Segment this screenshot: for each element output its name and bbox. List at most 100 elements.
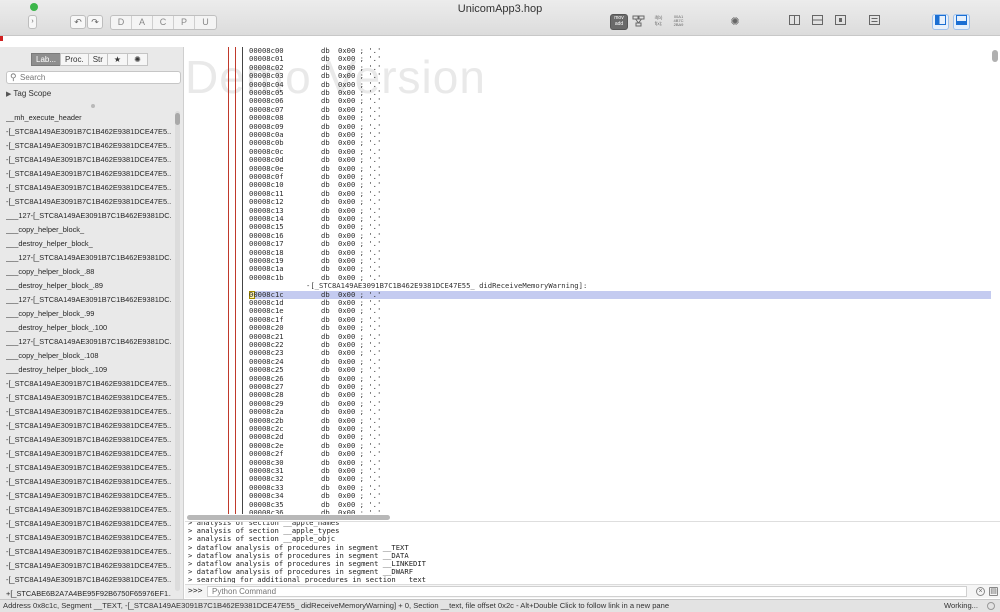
gutter-line bbox=[235, 47, 236, 514]
symbol-list-item[interactable]: -[_STC8A149AE3091B7C1B462E9381DCE47E5... bbox=[6, 517, 171, 531]
disassembly-view[interactable]: Demo Version 00008c00 db 0x00 ; '.' 00008c0… bbox=[185, 47, 1000, 514]
symbol-list-item[interactable]: -[_STC8A149AE3091B7C1B462E9381DCE47E5... bbox=[6, 377, 171, 391]
symbol-list-item[interactable]: -[_STC8A149AE3091B7C1B462E9381DCE47E5... bbox=[6, 405, 171, 419]
symbol-list-item[interactable]: __mh_execute_header bbox=[6, 111, 171, 125]
gutter-line bbox=[228, 47, 229, 514]
bottom-panel-glyph bbox=[956, 15, 967, 25]
tab-labels[interactable]: Lab... bbox=[31, 53, 62, 66]
type-ascii-button[interactable]: A bbox=[132, 16, 153, 29]
activity-spinner-icon bbox=[987, 602, 995, 610]
symbol-list-item[interactable]: +[_STCABE6B2A7A4BE95F92B6750F65976EF1... bbox=[6, 587, 171, 599]
split-vertical-icon[interactable] bbox=[786, 14, 803, 30]
search-input[interactable] bbox=[20, 72, 175, 83]
symbol-list-item[interactable]: ___destroy_helper_block_.89 bbox=[6, 279, 171, 293]
asm-mnemonic: db bbox=[321, 508, 330, 514]
command-bar: >>> × ▤ bbox=[185, 584, 1000, 598]
symbol-list-item[interactable]: -[_STC8A149AE3091B7C1B462E9381DCE47E5... bbox=[6, 419, 171, 433]
symbol-list-item[interactable]: -[_STC8A149AE3091B7C1B462E9381DCE47E5... bbox=[6, 195, 171, 209]
tab-tags[interactable]: ✺ bbox=[127, 53, 148, 66]
symbol-list-item[interactable]: ___127-[_STC8A149AE3091B7C1B462E9381DC..… bbox=[6, 335, 171, 349]
symbol-list-item[interactable]: -[_STC8A149AE3091B7C1B462E9381DCE47E5... bbox=[6, 139, 171, 153]
left-sidebar: Lab...Proc.Str★✺ ⚲ ▶Tag Scope __mh_execu… bbox=[0, 47, 184, 599]
inspector-list-icon[interactable] bbox=[866, 14, 883, 30]
single-pane-glyph bbox=[835, 15, 846, 25]
symbol-list-item[interactable]: -[_STC8A149AE3091B7C1B462E9381DCE47E5... bbox=[6, 545, 171, 559]
asm-operand: 0x00 ; '.' bbox=[338, 508, 382, 514]
graph-glyph bbox=[632, 15, 645, 27]
symbol-list-item[interactable]: -[_STC8A149AE3091B7C1B462E9381DCE47E5... bbox=[6, 489, 171, 503]
cfg-graph-icon[interactable] bbox=[630, 14, 647, 30]
splitter-handle[interactable] bbox=[91, 104, 95, 108]
symbol-list-item[interactable]: -[_STC8A149AE3091B7C1B462E9381DCE47E5... bbox=[6, 125, 171, 139]
status-working: Working... bbox=[943, 601, 978, 610]
symbol-list-item[interactable]: ___copy_helper_block_ bbox=[6, 223, 171, 237]
console-line: > searching for additional procedures in… bbox=[188, 575, 426, 583]
symbol-list-item[interactable]: -[_STC8A149AE3091B7C1B462E9381DCE47E5... bbox=[6, 559, 171, 573]
search-icon: ⚲ bbox=[10, 72, 17, 82]
tab-strings[interactable]: Str bbox=[87, 53, 108, 66]
type-procedure-button[interactable]: P bbox=[174, 16, 195, 29]
symbol-list-item[interactable]: -[_STC8A149AE3091B7C1B462E9381DCE47E5... bbox=[6, 573, 171, 587]
symbol-list-item[interactable]: ___copy_helper_block_.99 bbox=[6, 307, 171, 321]
disassembly-vertical-scrollbar[interactable] bbox=[992, 50, 998, 62]
nav-back-button[interactable]: ↶ bbox=[70, 15, 86, 29]
symbol-list-item[interactable]: -[_STC8A149AE3091B7C1B462E9381DCE47E5... bbox=[6, 167, 171, 181]
symbol-list-item[interactable]: -[_STC8A149AE3091B7C1B462E9381DCE47E5... bbox=[6, 475, 171, 489]
symbol-list-item[interactable]: ___destroy_helper_block_.100 bbox=[6, 321, 171, 335]
assembly-mode-icon[interactable]: mov add bbox=[610, 14, 628, 30]
asm-line[interactable]: 00008c36 db 0x00 ; '.' bbox=[249, 508, 382, 514]
symbol-list-item[interactable]: -[_STC8A149AE3091B7C1B462E9381DCE47E5... bbox=[6, 153, 171, 167]
type-undefined-button[interactable]: U bbox=[195, 16, 216, 29]
search-field: ⚲ bbox=[6, 71, 181, 84]
type-code-button[interactable]: C bbox=[153, 16, 174, 29]
status-text: Address 0x8c1c, Segment __TEXT, -[_STC8A… bbox=[3, 601, 670, 610]
symbol-list-item[interactable]: ___127-[_STC8A149AE3091B7C1B462E9381DC..… bbox=[6, 293, 171, 307]
toggle-left-sidebar-icon[interactable] bbox=[932, 14, 949, 30]
console-output: > analysis of section __apple_names > an… bbox=[185, 521, 1000, 583]
sidebar-tabs: Lab... Proc. Str ★ ✺ bbox=[31, 53, 148, 66]
symbol-list-item[interactable]: ___destroy_helper_block_ bbox=[6, 237, 171, 251]
toolbar: UnicomApp3.hop › ↶ ↷ D A C P U mov add i… bbox=[0, 0, 1000, 36]
symbol-list-item[interactable]: -[_STC8A149AE3091B7C1B462E9381DCE47E5... bbox=[6, 447, 171, 461]
split-v-glyph bbox=[789, 15, 800, 25]
zoom-window-button[interactable] bbox=[30, 3, 38, 11]
symbol-list-item[interactable]: ___copy_helper_block_.88 bbox=[6, 265, 171, 279]
split-horizontal-icon[interactable] bbox=[809, 14, 826, 30]
horizontal-scrollbar[interactable] bbox=[187, 515, 390, 520]
symbol-list-scrollbar[interactable] bbox=[175, 111, 180, 591]
left-sidebar-glyph bbox=[935, 15, 946, 25]
sidebar-arrow-button[interactable]: › bbox=[28, 15, 37, 29]
hex-view-icon[interactable]: 00A1 4B7C 2BA9 bbox=[670, 14, 687, 30]
symbol-list-item[interactable]: -[_STC8A149AE3091B7C1B462E9381DCE47E5... bbox=[6, 503, 171, 517]
python-command-input[interactable] bbox=[207, 586, 967, 597]
scroll-thumb[interactable] bbox=[175, 113, 180, 125]
asm-address: 00008c36 bbox=[249, 508, 284, 514]
symbol-list-item[interactable]: ___127-[_STC8A149AE3091B7C1B462E9381DC..… bbox=[6, 209, 171, 223]
symbol-list-item[interactable]: -[_STC8A149AE3091B7C1B462E9381DCE47E5... bbox=[6, 531, 171, 545]
trash-icon[interactable]: ▤ bbox=[989, 587, 998, 596]
symbol-list-item[interactable]: ___copy_helper_block_.108 bbox=[6, 349, 171, 363]
symbol-list-item[interactable]: -[_STC8A149AE3091B7C1B462E9381DCE47E5... bbox=[6, 461, 171, 475]
symbol-list-item[interactable]: -[_STC8A149AE3091B7C1B462E9381DCE47E5... bbox=[6, 181, 171, 195]
tab-bookmarks[interactable]: ★ bbox=[106, 53, 129, 66]
toggle-bottom-panel-icon[interactable] bbox=[953, 14, 970, 30]
gutter-line bbox=[242, 47, 243, 514]
list-glyph bbox=[869, 15, 880, 25]
clear-console-icon[interactable]: × bbox=[976, 587, 985, 596]
symbol-list-item[interactable]: -[_STC8A149AE3091B7C1B462E9381DCE47E5... bbox=[6, 391, 171, 405]
symbol-list-item[interactable]: ___127-[_STC8A149AE3091B7C1B462E9381DC..… bbox=[6, 251, 171, 265]
debugger-icon[interactable]: ✺ bbox=[725, 14, 745, 30]
nav-forward-button[interactable]: ↷ bbox=[87, 15, 103, 29]
tab-procedures[interactable]: Proc. bbox=[60, 53, 89, 66]
symbol-list-item[interactable]: ___destroy_helper_block_.109 bbox=[6, 363, 171, 377]
type-data-button[interactable]: D bbox=[111, 16, 132, 29]
disclosure-triangle-icon: ▶ bbox=[6, 91, 12, 98]
symbol-list-item[interactable]: -[_STC8A149AE3091B7C1B462E9381DCE47E5... bbox=[6, 433, 171, 447]
single-pane-icon[interactable] bbox=[832, 14, 849, 30]
tag-scope-toggle[interactable]: ▶ Tag Scope bbox=[6, 89, 51, 98]
breakpoint-marker bbox=[0, 36, 3, 41]
pseudocode-icon[interactable]: if(b) f(x); bbox=[650, 14, 667, 30]
split-h-glyph bbox=[812, 15, 823, 25]
window-title: UnicomApp3.hop bbox=[457, 3, 543, 15]
status-bar: Address 0x8c1c, Segment __TEXT, -[_STC8A… bbox=[0, 599, 1000, 612]
